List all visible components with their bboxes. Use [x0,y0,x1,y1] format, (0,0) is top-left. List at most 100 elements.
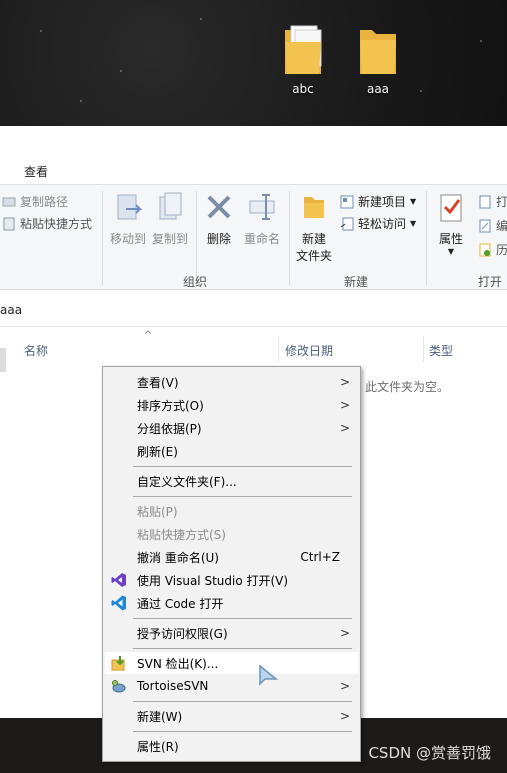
group-label-open: 打开 [478,275,503,289]
visual-studio-icon [111,573,126,587]
open-icon [479,195,491,208]
history-button[interactable]: 历 [478,241,507,258]
desktop-folder-label: abc [292,82,314,96]
menu-item-open-with-code[interactable]: 通过 Code 打开 [105,592,358,614]
menu-item-group-by[interactable]: 分组依据(P) > [105,417,358,439]
desktop-background: abc aaa [0,0,507,126]
column-name[interactable]: 名称 [24,342,48,359]
ribbon-divider [196,191,197,285]
move-to-label: 移动到 [109,232,146,246]
menu-item-label: SVN 检出(K)... [137,656,219,671]
submenu-arrow-icon: > [339,375,350,389]
menu-item-label: 使用 Visual Studio 打开(V) [137,573,289,588]
edit-icon [479,219,491,232]
easy-access-icon [340,217,354,230]
menu-item-properties[interactable]: 属性(R) [105,735,358,757]
edit-button[interactable]: 编 [478,217,507,234]
delete-button[interactable]: 删除 [200,191,238,247]
new-folder-icon [304,197,324,218]
column-header-row: ^ 名称 修改日期 类型 [0,328,507,368]
menu-item-open-visual-studio[interactable]: 使用 Visual Studio 打开(V) [105,569,358,591]
delete-x-icon [207,195,231,219]
paste-shortcut-button[interactable]: 粘贴快捷方式 [2,215,92,232]
edit-label: 编 [496,219,507,233]
rename-button[interactable]: 重命名 [240,191,284,247]
history-icon [479,243,491,256]
menu-item-shortcut: Ctrl+Z [300,550,340,564]
rename-icon [249,194,275,220]
nav-pane-edge [0,348,6,372]
address-bar[interactable]: aaa [0,291,507,327]
tab-view[interactable]: 查看 [24,163,48,180]
empty-folder-message: 此文件夹为空。 [365,380,450,394]
rename-label: 重命名 [243,232,280,246]
menu-item-label: TortoiseSVN [137,679,209,693]
easy-access-label: 轻松访问 [358,217,407,231]
move-to-icon [117,194,143,220]
menu-separator [133,496,352,497]
dropdown-arrow-icon: ▼ [410,219,417,228]
desktop-folder-abc[interactable]: abc [273,22,333,96]
open-label: 打 [496,195,507,209]
new-item-label: 新建项目 [358,195,407,209]
menu-item-paste-shortcut[interactable]: 粘贴快捷方式(S) [105,523,358,545]
menu-item-view[interactable]: 查看(V) > [105,371,358,393]
menu-item-label: 通过 Code 打开 [137,596,224,611]
column-divider[interactable] [423,336,424,362]
submenu-arrow-icon: > [339,709,350,723]
column-divider[interactable] [278,336,279,362]
copy-to-button[interactable]: 复制到 [148,191,192,247]
menu-item-customize-folder[interactable]: 自定义文件夹(F)... [105,470,358,492]
menu-item-give-access[interactable]: 授予访问权限(G) > [105,622,358,644]
menu-item-label: 撤消 重命名(U) [137,550,219,565]
desktop-folder-label: aaa [366,82,390,96]
menu-item-label: 新建(W) [137,709,183,724]
new-folder-label-line2: 文件夹 [295,249,332,263]
new-folder-label-line1: 新建 [301,232,326,246]
folder-icon [360,30,396,74]
menu-separator [133,731,352,732]
menu-item-label: 粘贴(P) [137,504,178,519]
copy-path-button[interactable]: 复制路径 [2,193,68,210]
context-menu: 查看(V) > 排序方式(O) > 分组依据(P) > 刷新(E) 自定义文件夹… [102,366,361,762]
menu-item-paste[interactable]: 粘贴(P) [105,500,358,522]
group-label-new: 新建 [344,275,369,289]
menu-item-label: 查看(V) [137,375,179,390]
column-type[interactable]: 类型 [429,342,453,359]
properties-button[interactable]: 属性 ▼ [432,191,470,256]
ribbon-divider [102,191,103,285]
history-label: 历 [496,243,507,257]
menu-item-label: 授予访问权限(G) [137,626,228,641]
submenu-arrow-icon: > [339,679,350,693]
menu-separator [133,618,352,619]
paste-shortcut-label: 粘贴快捷方式 [20,217,93,231]
column-modified[interactable]: 修改日期 [285,342,333,359]
menu-item-label: 排序方式(O) [137,398,204,413]
new-item-button[interactable]: 新建项目 ▼ [340,193,416,210]
move-to-button[interactable]: 移动到 [106,191,150,247]
menu-item-label: 刷新(E) [137,444,178,459]
sort-ascending-icon: ^ [144,330,153,341]
menu-item-label: 分组依据(P) [137,421,202,436]
folder-with-files-icon [285,25,322,74]
submenu-arrow-icon: > [339,626,350,640]
menu-item-svn-checkout[interactable]: SVN 检出(K)... [105,652,358,674]
ribbon-toolbar: 复制路径 粘贴快捷方式 移动到 复制到 删除 重命名 组织 新建 文件夹 新建项… [0,184,507,290]
copy-path-icon [2,197,16,206]
new-folder-button[interactable]: 新建 文件夹 [293,191,335,264]
menu-item-undo-rename[interactable]: 撤消 重命名(U) Ctrl+Z [105,546,358,568]
menu-item-tortoisesvn[interactable]: TortoiseSVN > [105,675,358,697]
menu-separator [133,648,352,649]
menu-item-sort-by[interactable]: 排序方式(O) > [105,394,358,416]
ribbon-tab-bar: 查看 [0,126,507,184]
menu-item-refresh[interactable]: 刷新(E) [105,440,358,462]
copy-to-label: 复制到 [151,232,188,246]
menu-separator [133,466,352,467]
open-button[interactable]: 打 [478,193,507,210]
delete-label: 删除 [206,232,231,246]
menu-item-new[interactable]: 新建(W) > [105,705,358,727]
properties-icon [440,194,462,222]
menu-separator [133,701,352,702]
easy-access-button[interactable]: 轻松访问 ▼ [340,215,416,232]
desktop-folder-aaa[interactable]: aaa [348,22,408,96]
